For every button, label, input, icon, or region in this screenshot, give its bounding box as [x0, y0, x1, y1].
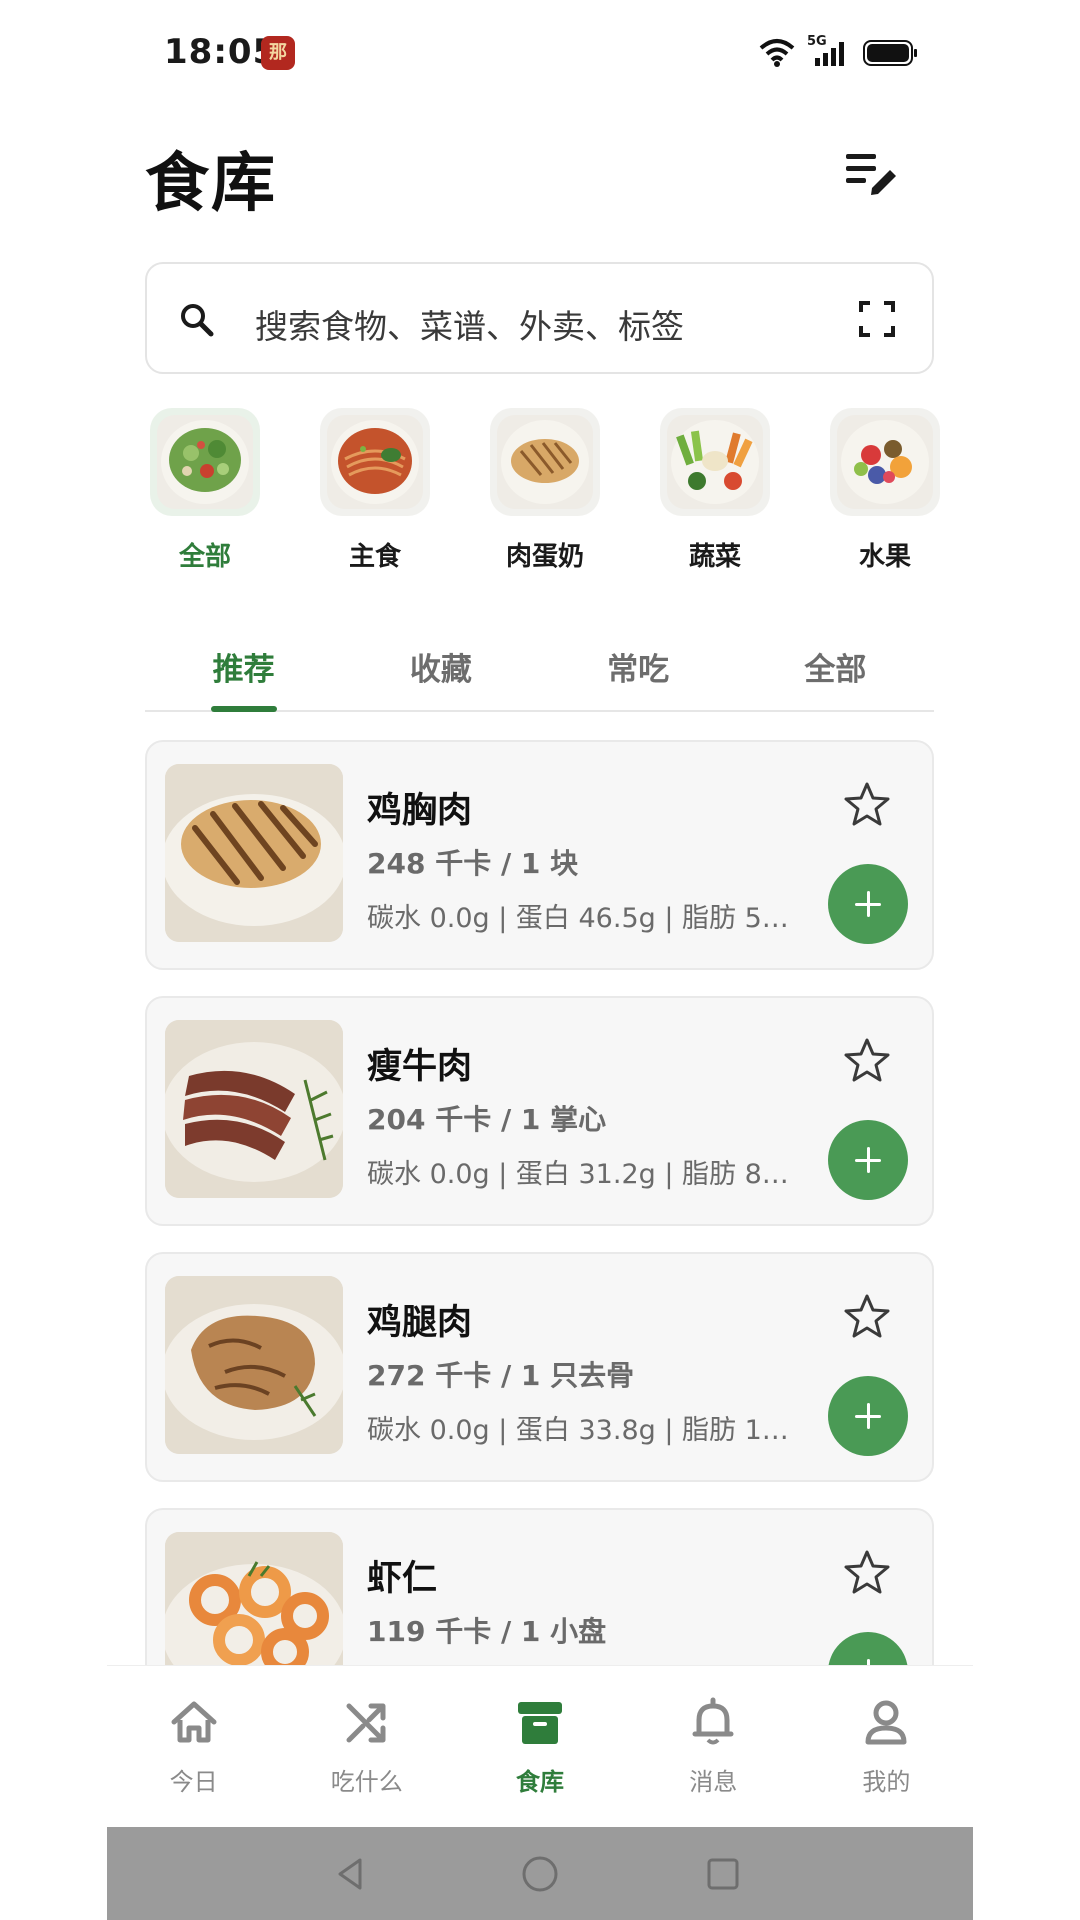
nav-me[interactable]: 我的 — [800, 1666, 973, 1827]
favorite-star-icon[interactable] — [842, 780, 892, 830]
category-label: 全部 — [178, 542, 231, 572]
food-card[interactable]: 虾仁 119 千卡 / 1 小盘 — [145, 1508, 934, 1666]
food-calories: 119 千卡 / 1 小盘 — [367, 1615, 607, 1648]
nav-what-to-eat[interactable]: 吃什么 — [280, 1666, 453, 1827]
tab-frequent[interactable]: 常吃 — [540, 640, 737, 710]
food-card[interactable]: 鸡腿肉 272 千卡 / 1 只去骨 碳水 0.0g | 蛋白 33.8g | … — [145, 1252, 934, 1482]
add-food-button[interactable] — [828, 1632, 908, 1666]
category-strip: 全部 主食 肉蛋奶 蔬菜 水果 — [120, 406, 973, 576]
food-card[interactable]: 瘦牛肉 204 千卡 / 1 掌心 碳水 0.0g | 蛋白 31.2g | 脂… — [145, 996, 934, 1226]
tab-all[interactable]: 全部 — [737, 640, 934, 710]
category-vegetables[interactable]: 蔬菜 — [630, 406, 800, 576]
favorite-star-icon[interactable] — [842, 1036, 892, 1086]
search-input[interactable]: 搜索食物、菜谱、外卖、标签 — [255, 300, 684, 348]
category-thumb — [150, 408, 260, 516]
category-thumb — [830, 408, 940, 516]
tab-favorites[interactable]: 收藏 — [342, 640, 539, 710]
scan-icon[interactable] — [858, 300, 896, 338]
back-triangle-icon — [338, 1858, 362, 1889]
bell-icon — [692, 1697, 734, 1745]
category-thumb — [320, 408, 430, 516]
noodles-image — [327, 415, 423, 509]
food-calories: 204 千卡 / 1 掌心 — [367, 1103, 607, 1136]
system-home-button[interactable] — [500, 1827, 580, 1920]
salad-image — [157, 415, 253, 509]
chicken-image — [497, 415, 593, 509]
system-nav-bar — [107, 1827, 973, 1920]
food-name: 鸡腿肉 — [367, 1303, 473, 1343]
category-label: 蔬菜 — [688, 542, 741, 572]
edit-list-button[interactable] — [842, 146, 902, 198]
tab-bar: 推荐 收藏 常吃 全部 — [145, 640, 934, 712]
app-notification-badge: 那 — [261, 36, 295, 70]
food-list[interactable]: 鸡胸肉 248 千卡 / 1 块 碳水 0.0g | 蛋白 46.5g | 脂肪… — [145, 740, 934, 1666]
fruit-image — [837, 415, 933, 509]
system-back-button[interactable] — [310, 1827, 390, 1920]
category-fruit[interactable]: 水果 — [800, 406, 970, 576]
category-all[interactable]: 全部 — [120, 406, 290, 576]
category-label: 水果 — [858, 542, 911, 572]
home-circle-icon — [522, 1856, 558, 1891]
category-label: 肉蛋奶 — [505, 542, 584, 572]
nav-food-library[interactable]: 食库 — [453, 1666, 626, 1827]
food-calories: 272 千卡 / 1 只去骨 — [367, 1359, 635, 1392]
category-label: 主食 — [348, 542, 401, 572]
food-macros: 碳水 0.0g | 蛋白 33.8g | 脂肪 14… — [367, 1415, 797, 1446]
favorite-star-icon[interactable] — [842, 1292, 892, 1342]
nav-label: 食库 — [516, 1768, 564, 1796]
page-title: 食库 — [145, 147, 277, 221]
food-name: 瘦牛肉 — [367, 1047, 473, 1087]
food-name: 鸡胸肉 — [367, 791, 473, 831]
add-food-button[interactable] — [828, 1120, 908, 1200]
food-image-chicken-thigh — [165, 1276, 343, 1454]
shuffle-icon — [346, 1703, 386, 1743]
category-thumb — [490, 408, 600, 516]
recents-square-icon — [707, 1858, 739, 1889]
user-icon — [865, 1700, 907, 1745]
signal-icon: 5G — [807, 34, 853, 68]
home-icon — [171, 1701, 217, 1743]
system-recents-button[interactable] — [683, 1827, 763, 1920]
favorite-star-icon[interactable] — [842, 1548, 892, 1598]
food-macros: 碳水 0.0g | 蛋白 46.5g | 脂肪 5.4g — [367, 903, 797, 934]
vegetables-image — [667, 415, 763, 509]
archive-box-icon — [518, 1702, 562, 1744]
tab-recommended[interactable]: 推荐 — [145, 640, 342, 712]
battery-icon — [863, 40, 917, 66]
search-bar[interactable]: 搜索食物、菜谱、外卖、标签 — [145, 262, 934, 374]
search-icon — [181, 304, 214, 337]
status-bar: 18:05 那 5G — [107, 0, 973, 104]
status-icons: 5G — [757, 34, 919, 70]
nav-label: 今日 — [169, 1768, 218, 1796]
nav-label: 吃什么 — [330, 1768, 403, 1796]
add-food-button[interactable] — [828, 1376, 908, 1456]
food-macros: 碳水 0.0g | 蛋白 31.2g | 脂肪 8.4g — [367, 1159, 797, 1190]
food-calories: 248 千卡 / 1 块 — [367, 847, 579, 880]
list-edit-icon — [846, 154, 896, 195]
food-image-chicken-breast — [165, 764, 343, 942]
wifi-icon — [759, 39, 795, 67]
add-food-button[interactable] — [828, 864, 908, 944]
nav-label: 消息 — [689, 1768, 738, 1796]
food-name: 虾仁 — [367, 1559, 438, 1599]
nav-label: 我的 — [862, 1768, 911, 1796]
nav-messages[interactable]: 消息 — [627, 1666, 800, 1827]
food-image-shrimp — [165, 1532, 343, 1666]
nav-today[interactable]: 今日 — [107, 1666, 280, 1827]
food-image-lean-beef — [165, 1020, 343, 1198]
bottom-nav: 今日 吃什么 食库 消息 我的 — [107, 1665, 973, 1827]
category-thumb — [660, 408, 770, 516]
phone-screen: 18:05 那 5G 食库 搜索食物、菜谱、外卖、标签 全部 主食 肉蛋奶 蔬菜… — [107, 0, 973, 1920]
food-card[interactable]: 鸡胸肉 248 千卡 / 1 块 碳水 0.0g | 蛋白 46.5g | 脂肪… — [145, 740, 934, 970]
category-staple[interactable]: 主食 — [290, 406, 460, 576]
category-meat-egg-dairy[interactable]: 肉蛋奶 — [460, 406, 630, 576]
